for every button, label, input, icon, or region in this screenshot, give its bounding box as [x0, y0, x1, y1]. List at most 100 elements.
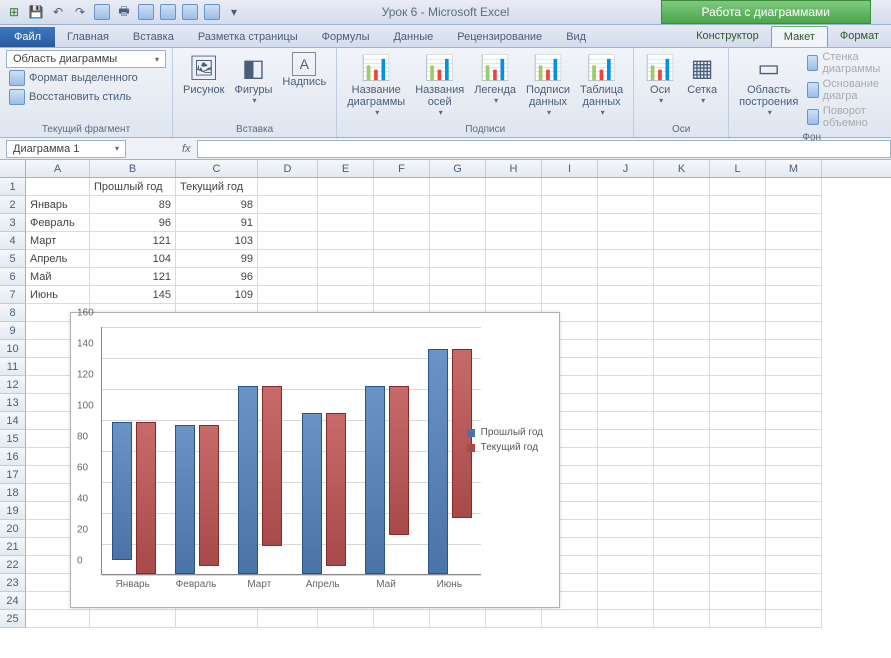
cell[interactable]	[766, 520, 822, 538]
cell[interactable]	[258, 214, 318, 232]
col-header[interactable]: A	[26, 160, 90, 177]
cell[interactable]	[654, 394, 710, 412]
legend-item[interactable]: Прошлый год	[467, 427, 543, 438]
cell[interactable]	[766, 232, 822, 250]
cell[interactable]	[598, 556, 654, 574]
row-header[interactable]: 24	[0, 592, 26, 610]
chart-title-button[interactable]: 📊Название диаграммы	[343, 50, 409, 119]
chart-legend[interactable]: Прошлый год Текущий год	[467, 423, 543, 457]
cell[interactable]	[654, 322, 710, 340]
row-header[interactable]: 17	[0, 466, 26, 484]
row-header[interactable]: 22	[0, 556, 26, 574]
formula-input[interactable]	[197, 140, 891, 158]
cell[interactable]	[258, 232, 318, 250]
qat-icon-2[interactable]	[136, 2, 156, 22]
cell[interactable]	[176, 610, 258, 628]
cell[interactable]	[766, 502, 822, 520]
cell[interactable]	[766, 574, 822, 592]
bar-group[interactable]	[175, 425, 219, 574]
chart-element-selector[interactable]: Область диаграммы	[6, 50, 166, 68]
cell[interactable]	[542, 232, 598, 250]
col-header[interactable]: C	[176, 160, 258, 177]
cell[interactable]	[766, 286, 822, 304]
col-header[interactable]: D	[258, 160, 318, 177]
cell[interactable]	[26, 610, 90, 628]
cell[interactable]	[654, 484, 710, 502]
cell[interactable]: 96	[176, 268, 258, 286]
bar-group[interactable]	[428, 349, 472, 574]
cell[interactable]	[766, 448, 822, 466]
cell[interactable]	[654, 430, 710, 448]
row-header[interactable]: 8	[0, 304, 26, 322]
cell[interactable]: 121	[90, 268, 176, 286]
row-header[interactable]: 20	[0, 520, 26, 538]
qat-icon[interactable]	[92, 2, 112, 22]
cell[interactable]	[598, 484, 654, 502]
qat-icon-5[interactable]	[202, 2, 222, 22]
bar-series-1[interactable]	[365, 386, 385, 574]
bar-series-2[interactable]	[326, 413, 346, 566]
bar-group[interactable]	[365, 386, 409, 574]
cell[interactable]: 91	[176, 214, 258, 232]
col-header[interactable]: K	[654, 160, 710, 177]
tab-data[interactable]: Данные	[381, 27, 445, 47]
cell[interactable]: 145	[90, 286, 176, 304]
cell[interactable]	[710, 574, 766, 592]
cell[interactable]: 103	[176, 232, 258, 250]
cell[interactable]: 96	[90, 214, 176, 232]
cell[interactable]: Февраль	[26, 214, 90, 232]
spreadsheet-grid[interactable]: A B C D E F G H I J K L M 1Прошлый годТе…	[0, 160, 891, 628]
cell[interactable]	[654, 214, 710, 232]
cell[interactable]	[430, 178, 486, 196]
gridlines-button[interactable]: ▦Сетка	[682, 50, 722, 107]
cell[interactable]: Текущий год	[176, 178, 258, 196]
cell[interactable]	[598, 538, 654, 556]
cell[interactable]	[654, 520, 710, 538]
cell[interactable]	[374, 250, 430, 268]
bar-series-1[interactable]	[175, 425, 195, 574]
cell[interactable]	[258, 196, 318, 214]
row-header[interactable]: 7	[0, 286, 26, 304]
col-header[interactable]: J	[598, 160, 654, 177]
cell[interactable]	[654, 304, 710, 322]
cell[interactable]	[766, 214, 822, 232]
cell[interactable]	[710, 610, 766, 628]
axes-button[interactable]: 📊Оси	[640, 50, 680, 107]
cell[interactable]	[318, 286, 374, 304]
qat-icon-4[interactable]	[180, 2, 200, 22]
undo-icon[interactable]: ↶	[48, 2, 68, 22]
cell[interactable]	[766, 196, 822, 214]
axis-titles-button[interactable]: 📊Названия осей	[411, 50, 468, 119]
cell[interactable]	[542, 250, 598, 268]
cell[interactable]	[710, 340, 766, 358]
cell[interactable]: 109	[176, 286, 258, 304]
cell[interactable]	[710, 232, 766, 250]
cell[interactable]	[598, 268, 654, 286]
cell[interactable]	[654, 538, 710, 556]
cell[interactable]	[486, 178, 542, 196]
cell[interactable]	[766, 556, 822, 574]
cell[interactable]	[542, 214, 598, 232]
row-header[interactable]: 13	[0, 394, 26, 412]
cell[interactable]	[258, 286, 318, 304]
cell[interactable]	[598, 376, 654, 394]
row-header[interactable]: 10	[0, 340, 26, 358]
bar-series-1[interactable]	[302, 413, 322, 574]
legend-item[interactable]: Текущий год	[467, 442, 543, 453]
cell[interactable]	[710, 322, 766, 340]
qat-dropdown-icon[interactable]: ▾	[224, 2, 244, 22]
cell[interactable]	[598, 358, 654, 376]
cell[interactable]	[766, 610, 822, 628]
cell[interactable]	[318, 232, 374, 250]
cell[interactable]	[654, 556, 710, 574]
row-header[interactable]: 2	[0, 196, 26, 214]
tab-insert[interactable]: Вставка	[121, 27, 186, 47]
cell[interactable]	[766, 268, 822, 286]
cell[interactable]	[486, 610, 542, 628]
cell[interactable]	[654, 502, 710, 520]
cell[interactable]	[598, 448, 654, 466]
picture-button[interactable]: 🖼Рисунок	[179, 50, 229, 98]
bar-series-1[interactable]	[112, 422, 132, 560]
row-header[interactable]: 25	[0, 610, 26, 628]
cell[interactable]	[598, 610, 654, 628]
